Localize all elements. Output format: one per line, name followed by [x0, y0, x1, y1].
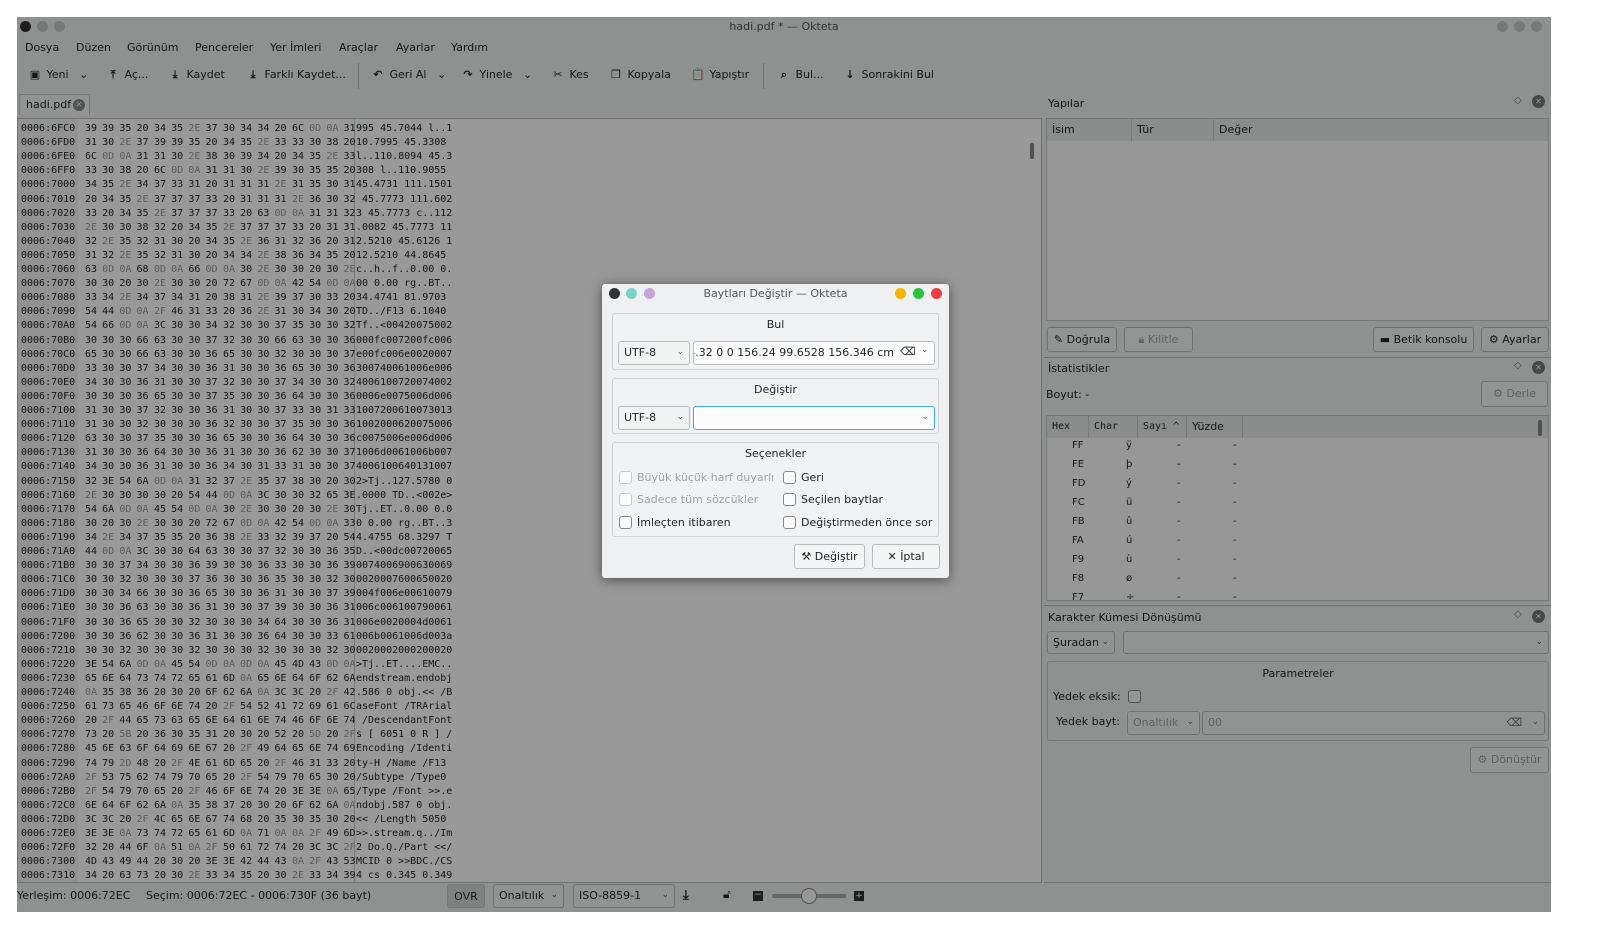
options-group-title: Seçenekler	[744, 447, 807, 460]
window-dot-icon[interactable]	[644, 288, 655, 299]
replace-coding-combo[interactable]: UTF-8 ⌄	[618, 406, 690, 430]
case-sensitive-checkbox[interactable]	[619, 471, 632, 484]
replace-icon: ⚒	[801, 550, 812, 563]
from-cursor-checkbox[interactable]	[619, 516, 632, 529]
backwards-checkbox[interactable]	[783, 471, 796, 484]
close-icon: ✕	[887, 550, 897, 563]
chevron-down-icon: ⌄	[676, 347, 684, 357]
maximize-button[interactable]	[913, 288, 924, 299]
replace-group-title: Değiştir	[754, 383, 797, 396]
close-button[interactable]	[931, 288, 942, 299]
chevron-down-icon[interactable]: ⌄	[921, 407, 929, 428]
app-icon[interactable]	[609, 288, 620, 299]
chevron-down-icon[interactable]: ⌄	[921, 345, 929, 355]
whole-words-checkbox[interactable]	[619, 493, 632, 506]
selected-bytes-label: Seçilen baytlar	[801, 493, 884, 506]
from-cursor-label: İmleçten itibaren	[637, 516, 731, 529]
replace-input[interactable]: ⌄	[693, 406, 935, 430]
case-sensitive-label: Büyük küçük harf duyarlı	[637, 471, 775, 484]
replace-bytes-dialog: Baytları Değiştir — Okteta Bul UTF-8 ⌄ 4.…	[602, 284, 949, 578]
options-group: Seçenekler Büyük küçük harf duyarlı Sade…	[612, 442, 939, 537]
find-input[interactable]: 4.32 0 0 156.24 99.6528 156.346 cm	[693, 341, 935, 365]
backwards-label: Geri	[801, 471, 824, 484]
clear-icon[interactable]: ⌫	[900, 345, 916, 358]
find-group-title: Bul	[766, 318, 785, 331]
find-coding-combo[interactable]: UTF-8 ⌄	[618, 341, 690, 365]
prompt-label: Değiştirmeden önce sor	[801, 516, 933, 529]
replace-button[interactable]: ⚒ Değiştir	[794, 544, 865, 569]
selected-bytes-checkbox[interactable]	[783, 493, 796, 506]
window-dot-icon[interactable]	[626, 288, 637, 299]
cancel-button[interactable]: ✕ İptal	[872, 544, 940, 569]
prompt-checkbox[interactable]	[783, 516, 796, 529]
replace-group: Değiştir UTF-8 ⌄ ⌄	[612, 378, 939, 434]
chevron-down-icon: ⌄	[676, 412, 684, 422]
whole-words-label: Sadece tüm sözcükler	[637, 493, 759, 506]
find-group: Bul UTF-8 ⌄ 4.32 0 0 156.24 99.6528 156.3…	[612, 313, 939, 370]
minimize-button[interactable]	[895, 288, 906, 299]
